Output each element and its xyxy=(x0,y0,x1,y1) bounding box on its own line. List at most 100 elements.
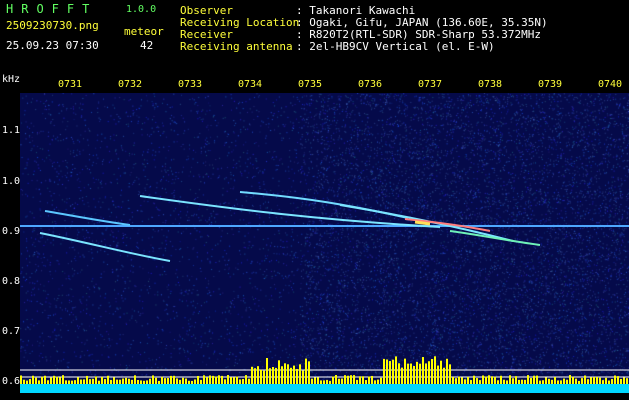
meteor-hot-spot xyxy=(415,222,430,224)
app-version: 1.0.0 xyxy=(126,4,156,15)
peak-bar xyxy=(233,377,235,384)
time-tick-label: 0733 xyxy=(178,79,202,90)
peak-bar xyxy=(86,376,88,384)
peak-bar xyxy=(311,379,313,384)
peak-bar xyxy=(161,377,163,384)
peak-bar xyxy=(137,380,139,384)
peak-bar xyxy=(380,378,382,384)
peak-bar xyxy=(323,380,325,384)
peak-bar xyxy=(437,366,439,384)
peak-bar xyxy=(173,376,175,384)
peak-bar xyxy=(356,380,358,384)
peak-bar xyxy=(290,368,292,384)
peak-bar xyxy=(545,378,547,384)
file-name: 2509230730.png xyxy=(6,20,99,32)
peak-bar xyxy=(38,380,40,384)
peak-bar xyxy=(191,381,193,384)
meteor-label: meteor xyxy=(124,26,164,38)
peak-bar xyxy=(110,380,112,384)
peak-bar xyxy=(413,366,415,384)
peak-bar xyxy=(314,377,316,384)
peak-bar xyxy=(491,376,493,384)
peak-bar xyxy=(122,379,124,384)
peak-bar xyxy=(539,381,541,384)
peak-bar xyxy=(251,367,253,384)
peak-bar xyxy=(386,359,388,384)
peak-bar xyxy=(527,375,529,384)
peak-bar xyxy=(461,377,463,384)
peak-bar xyxy=(587,379,589,384)
peak-bar xyxy=(473,376,475,384)
peak-bar xyxy=(101,377,103,384)
peak-bar xyxy=(188,381,190,384)
peak-bar xyxy=(41,377,43,384)
peak-bar xyxy=(26,381,28,384)
peak-bar xyxy=(596,377,598,384)
peak-bar xyxy=(242,379,244,384)
peak-bar xyxy=(23,380,25,384)
peak-bar xyxy=(200,380,202,384)
antenna-label: Receiving antenna xyxy=(180,41,293,53)
meteor-trace-2 xyxy=(40,233,170,261)
peak-bar xyxy=(449,364,451,384)
peak-bar xyxy=(620,379,622,384)
time-tick-label: 0735 xyxy=(298,79,322,90)
peak-bar xyxy=(440,361,442,384)
peak-bar xyxy=(221,376,223,384)
peak-bar xyxy=(206,377,208,384)
peak-bar xyxy=(557,380,559,384)
peak-bar xyxy=(119,380,121,384)
peak-bar xyxy=(107,376,109,384)
peak-bar xyxy=(35,378,37,384)
peak-bar xyxy=(446,359,448,384)
peak-bar xyxy=(326,380,328,384)
peak-bar xyxy=(77,377,79,384)
peak-bar xyxy=(422,357,424,384)
time-tick-label: 0732 xyxy=(118,79,142,90)
hrofft-window: HROFFT 1.0.0 2509230730.png meteor 25.09… xyxy=(0,0,629,400)
peak-bar xyxy=(74,380,76,384)
peak-bar xyxy=(218,375,220,384)
peak-bar xyxy=(329,381,331,384)
peak-bar xyxy=(500,376,502,384)
peak-bar xyxy=(254,368,256,384)
peak-bar xyxy=(395,356,397,384)
peak-bar xyxy=(584,375,586,384)
peak-bar xyxy=(278,360,280,384)
peak-bar xyxy=(317,377,319,384)
peak-bar xyxy=(68,380,70,384)
peak-bar xyxy=(140,380,142,384)
peak-bar xyxy=(533,376,535,384)
peak-bar xyxy=(365,380,367,384)
peak-bar xyxy=(257,366,259,384)
peak-bar xyxy=(488,375,490,384)
time-tick-label: 0731 xyxy=(58,79,82,90)
peak-bar xyxy=(71,381,73,384)
peak-bar xyxy=(230,377,232,384)
peak-bar xyxy=(590,377,592,384)
peak-bar xyxy=(149,379,151,384)
peak-bar xyxy=(536,376,538,384)
peak-bar xyxy=(560,380,562,384)
peak-bar xyxy=(80,380,82,384)
peak-bar xyxy=(143,381,145,384)
date-time: 25.09.23 07:30 xyxy=(6,40,99,52)
peak-bar xyxy=(116,380,118,384)
time-tick-label: 0737 xyxy=(418,79,442,90)
peak-bar xyxy=(479,380,481,384)
peak-bar xyxy=(299,364,301,384)
peak-bar xyxy=(128,379,130,384)
peak-bar xyxy=(95,376,97,384)
peak-bar xyxy=(614,375,616,384)
peak-bar xyxy=(260,370,262,384)
peak-bar xyxy=(266,358,268,384)
peak-bar xyxy=(467,377,469,384)
peak-bar xyxy=(209,375,211,384)
peak-bar xyxy=(212,376,214,384)
peak-bar xyxy=(452,377,454,384)
peak-bar xyxy=(554,377,556,384)
peak-bar xyxy=(227,375,229,384)
peak-bar xyxy=(125,378,127,384)
peak-bar xyxy=(272,367,274,384)
time-tick-label: 0739 xyxy=(538,79,562,90)
